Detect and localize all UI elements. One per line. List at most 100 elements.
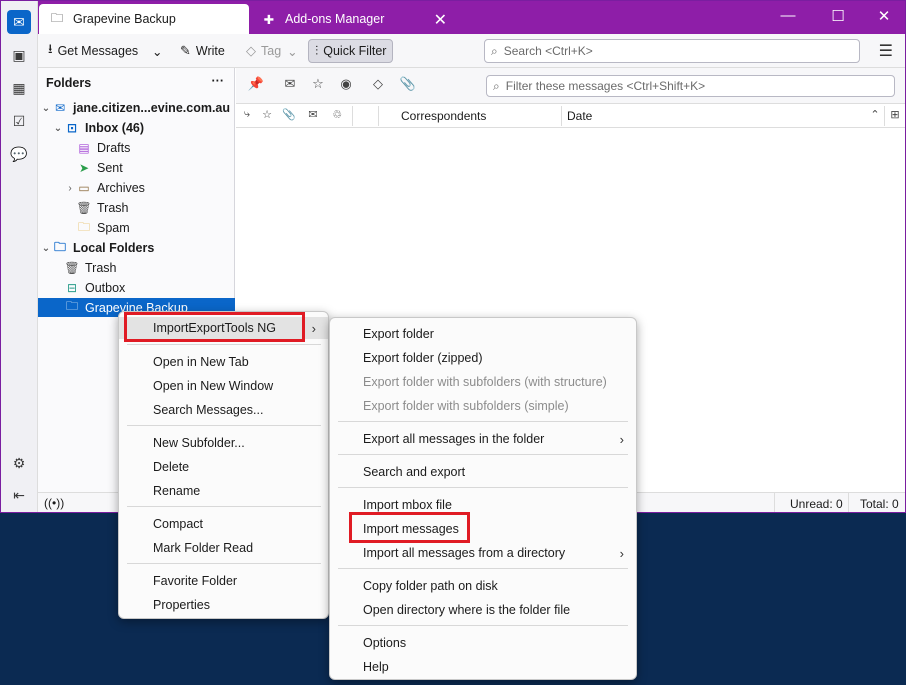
- sort-up-icon[interactable]: ⌃: [868, 108, 882, 121]
- submenu-open-folder-directory[interactable]: Open directory where is the folder file: [330, 599, 570, 621]
- chevron-down-icon[interactable]: ⌄: [52, 123, 64, 134]
- address-book-icon[interactable]: ▣: [7, 43, 31, 67]
- date-column[interactable]: Date: [567, 109, 592, 123]
- column-header-row: ⤷ ☆ 📎 ✉ ♲ Correspondents Date ⌃ ⊞: [236, 104, 905, 128]
- tab-label: Add-ons Manager: [285, 12, 385, 26]
- starred-filter-icon[interactable]: ☆: [308, 76, 328, 96]
- submenu-export-folder-zipped[interactable]: Export folder (zipped): [330, 347, 483, 369]
- more-options-icon[interactable]: ···: [212, 74, 225, 88]
- folder-label: Outbox: [85, 281, 126, 295]
- star-column-icon[interactable]: ☆: [260, 108, 274, 121]
- folder-spam[interactable]: 🗀 Spam: [38, 218, 235, 238]
- get-messages-label: Get Messages: [57, 44, 139, 58]
- menu-item-label: Export folder with subfolders (with stru…: [363, 375, 607, 389]
- folder-archives[interactable]: › ▭ Archives: [38, 178, 235, 198]
- write-button[interactable]: ✎ Write: [174, 39, 231, 63]
- get-messages-dropdown[interactable]: ⌄: [146, 39, 168, 63]
- tab-grapevine-backup[interactable]: 🗀 Grapevine Backup: [39, 4, 249, 34]
- attachment-filter-icon[interactable]: 📎: [398, 76, 418, 96]
- minimize-icon[interactable]: —: [778, 7, 798, 24]
- chat-icon[interactable]: 💬: [7, 142, 31, 166]
- folder-local-trash[interactable]: 🗑 Trash: [38, 258, 235, 278]
- submenu-export-all-messages[interactable]: Export all messages in the folder ›: [330, 428, 636, 450]
- submenu-help[interactable]: Help: [330, 656, 389, 678]
- mail-space-icon[interactable]: ✉: [7, 10, 31, 34]
- folder-trash[interactable]: 🗑 Trash: [38, 198, 235, 218]
- unread-filter-icon[interactable]: ✉: [280, 76, 300, 96]
- maximize-icon[interactable]: ☐: [828, 7, 848, 25]
- menu-item-mark-folder-read[interactable]: Mark Folder Read: [119, 537, 253, 559]
- settings-gear-icon[interactable]: ⚙: [7, 451, 31, 475]
- pin-icon[interactable]: 📌: [246, 76, 266, 96]
- spaces-toolbar: ✉ ▣ ▦ ☑ 💬 ⚙ ⇤: [1, 1, 38, 512]
- menu-item-search-messages[interactable]: Search Messages...: [119, 399, 263, 421]
- calendar-icon[interactable]: ▦: [7, 76, 31, 100]
- submenu-export-subfolders-simple[interactable]: Export folder with subfolders (simple): [330, 395, 569, 417]
- inbox-icon: ⊡: [66, 121, 78, 135]
- highlight-import-messages: [349, 512, 470, 543]
- folder-account[interactable]: ⌄ ✉ jane.citizen...evine.com.au: [38, 98, 235, 118]
- online-status-icon[interactable]: ((•)): [44, 496, 64, 510]
- chevron-right-icon[interactable]: ›: [64, 183, 76, 194]
- attachment-column-icon[interactable]: 📎: [282, 108, 296, 121]
- chevron-down-icon: ⌄: [287, 44, 298, 59]
- close-tab-icon[interactable]: ✕: [434, 10, 447, 30]
- menu-item-favorite-folder[interactable]: Favorite Folder: [119, 570, 237, 592]
- junk-column-icon[interactable]: ♲: [330, 108, 344, 121]
- menu-item-rename[interactable]: Rename: [119, 480, 200, 502]
- chevron-down-icon: ⌄: [152, 44, 163, 59]
- tab-addons-manager[interactable]: ✚ Add-ons Manager ✕: [251, 4, 461, 34]
- hamburger-menu-icon[interactable]: ☰: [879, 41, 893, 61]
- submenu-import-all-from-directory[interactable]: Import all messages from a directory ›: [330, 542, 636, 564]
- folder-inbox[interactable]: ⌄ ⊡ Inbox (46): [38, 118, 235, 138]
- menu-item-label: Open in New Window: [153, 379, 274, 393]
- submenu-export-subfolders-structure[interactable]: Export folder with subfolders (with stru…: [330, 371, 607, 393]
- submenu-copy-folder-path[interactable]: Copy folder path on disk: [330, 575, 498, 597]
- menu-item-label: Open in New Tab: [153, 355, 249, 369]
- quick-filter-label: Quick Filter: [323, 44, 387, 58]
- menu-item-open-new-tab[interactable]: Open in New Tab: [119, 351, 249, 373]
- menu-item-label: Export all messages in the folder: [363, 432, 545, 446]
- column-picker-icon[interactable]: ⊞: [888, 108, 902, 121]
- menu-item-properties[interactable]: Properties: [119, 594, 210, 616]
- quick-filter-button[interactable]: ⫶ Quick Filter: [308, 39, 394, 63]
- folder-drafts[interactable]: ▤ Drafts: [38, 138, 235, 158]
- chevron-down-icon[interactable]: ⌄: [40, 103, 52, 114]
- submenu-export-folder[interactable]: Export folder: [330, 323, 434, 345]
- menu-item-open-new-window[interactable]: Open in New Window: [119, 375, 273, 397]
- folder-outbox[interactable]: ⊟ Outbox: [38, 278, 235, 298]
- outbox-icon: ⊟: [66, 281, 78, 295]
- folder-sent[interactable]: ➤ Sent: [38, 158, 235, 178]
- puzzle-icon: ✚: [263, 12, 275, 27]
- menu-item-delete[interactable]: Delete: [119, 456, 189, 478]
- get-messages-button[interactable]: ⭳ Get Messages: [42, 39, 144, 63]
- folder-label: Drafts: [97, 141, 131, 155]
- unread-column-icon[interactable]: ✉: [306, 108, 320, 121]
- collapse-spaces-icon[interactable]: ⇤: [7, 483, 31, 507]
- submenu-options[interactable]: Options: [330, 632, 406, 654]
- filter-messages-input[interactable]: ⌕ Filter these messages <Ctrl+Shift+K>: [486, 75, 895, 97]
- folder-context-menu: ImportExportTools NG › Open in New Tab O…: [118, 311, 329, 619]
- folder-label: Local Folders: [73, 241, 155, 255]
- tasks-icon[interactable]: ☑: [7, 109, 31, 133]
- submenu-search-and-export[interactable]: Search and export: [330, 461, 465, 483]
- thread-column-icon[interactable]: ⤷: [240, 108, 254, 121]
- tag-filter-icon[interactable]: ◇: [368, 76, 388, 96]
- menu-item-label: Import mbox file: [363, 498, 452, 512]
- close-window-icon[interactable]: ✕: [874, 7, 894, 25]
- trash-icon: 🗑: [64, 261, 80, 275]
- chevron-down-icon[interactable]: ⌄: [40, 243, 52, 254]
- tab-label: Grapevine Backup: [73, 12, 176, 26]
- global-search-input[interactable]: ⌕ Search <Ctrl+K>: [484, 39, 860, 63]
- menu-item-new-subfolder[interactable]: New Subfolder...: [119, 432, 245, 454]
- menu-item-label: Export folder with subfolders (simple): [363, 399, 569, 413]
- menu-item-label: Export folder: [363, 327, 434, 341]
- folder-label: Inbox (46): [85, 121, 145, 135]
- chevron-right-icon: ›: [619, 545, 624, 561]
- highlight-importexporttools: [124, 312, 305, 342]
- contact-filter-icon[interactable]: ◉: [336, 76, 356, 96]
- folder-local-folders[interactable]: ⌄ 🗀 Local Folders: [38, 238, 235, 258]
- menu-item-compact[interactable]: Compact: [119, 513, 203, 535]
- correspondents-column[interactable]: Correspondents: [401, 109, 486, 123]
- tag-button[interactable]: ◇ Tag ⌄: [240, 39, 304, 63]
